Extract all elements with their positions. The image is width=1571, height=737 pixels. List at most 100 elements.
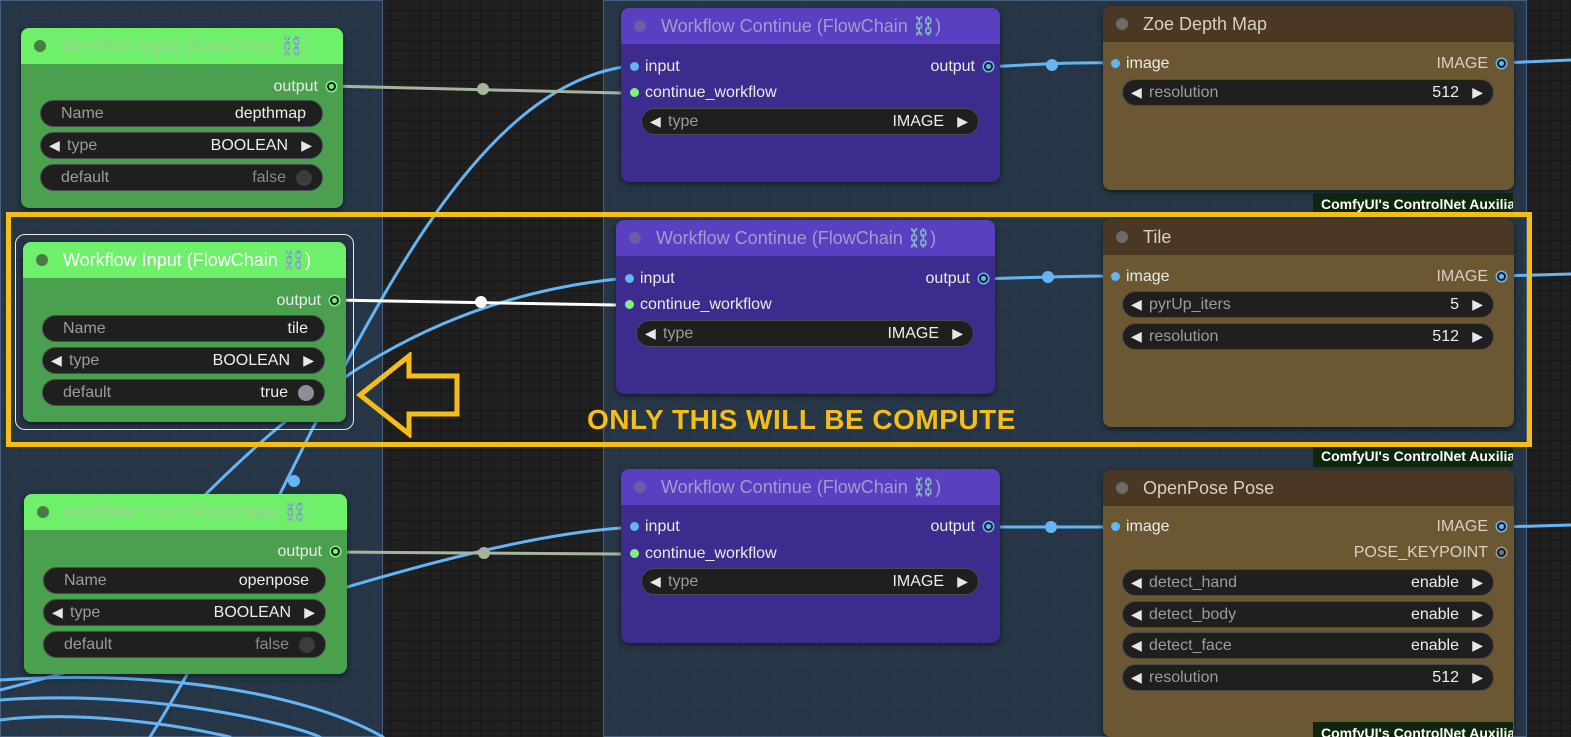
default-toggle-widget[interactable]: default false [40,164,323,191]
output-dot-icon[interactable] [1497,59,1506,68]
node-title-bar[interactable]: Workflow Input (FlowChain ⛓️) [21,28,343,64]
widget-label: type [67,137,98,154]
widget-value: enable [1410,606,1459,623]
name-widget[interactable]: Name openpose [43,567,326,594]
collapse-dot-icon[interactable] [34,40,46,52]
collapse-dot-icon[interactable] [1116,18,1128,30]
zoe-depth-map-node[interactable]: Zoe Depth Map image IMAGE ◀ resolution 512… [1103,6,1514,190]
widget-value: enable [1410,637,1459,654]
workflow-input-node-openpose[interactable]: Workflow Input (FlowChain ⛓️) output Nam… [24,494,347,674]
right-arrow-icon[interactable]: ▶ [1472,665,1483,690]
image-output-slot[interactable]: IMAGE [1436,54,1506,74]
output-dot-icon[interactable] [331,547,340,556]
input-dot-icon[interactable] [1111,59,1120,68]
detect-face-widget[interactable]: ◀ detect_face enable ▶ [1122,632,1494,659]
right-arrow-icon[interactable]: ▶ [1472,633,1483,658]
left-arrow-icon[interactable]: ◀ [1131,570,1142,595]
left-arrow-icon[interactable]: ◀ [650,109,661,134]
image-input-slot[interactable]: image [1111,517,1170,537]
input-slot[interactable]: input [630,57,680,77]
type-widget[interactable]: ◀ type IMAGE ▶ [641,108,979,135]
output-slot[interactable]: output [931,57,993,77]
output-dot-icon[interactable] [984,62,993,71]
input-dot-icon[interactable] [630,62,639,71]
widget-label: default [64,636,113,653]
toggle-knob-icon[interactable] [299,637,315,653]
workflow-continue-node-1[interactable]: Workflow Continue (FlowChain ⛓️) input c… [621,8,1000,182]
widget-label: detect_hand [1149,574,1238,591]
left-arrow-icon[interactable]: ◀ [1131,665,1142,690]
type-widget[interactable]: ◀ type BOOLEAN ▶ [40,132,323,159]
input-dot-icon[interactable] [630,522,639,531]
widget-value: false [252,169,286,186]
detect-hand-widget[interactable]: ◀ detect_hand enable ▶ [1122,569,1494,596]
collapse-dot-icon[interactable] [634,481,646,493]
pose-keypoint-output-slot[interactable]: POSE_KEYPOINT [1354,543,1506,563]
right-arrow-icon[interactable]: ▶ [301,133,312,158]
input-dot-icon[interactable] [630,549,639,558]
right-arrow-icon[interactable]: ▶ [1472,80,1483,105]
image-output-slot[interactable]: IMAGE [1436,517,1506,537]
type-widget[interactable]: ◀ type IMAGE ▶ [641,568,979,595]
output-slot[interactable]: output [931,517,993,537]
output-dot-icon[interactable] [327,82,336,91]
left-arrow-icon[interactable]: ◀ [1131,633,1142,658]
collapse-dot-icon[interactable] [634,20,646,32]
left-arrow-icon[interactable]: ◀ [650,569,661,594]
collapse-dot-icon[interactable] [1116,482,1128,494]
output-dot-icon[interactable] [984,522,993,531]
arrow-annotation-icon [356,352,460,438]
left-arrow-icon[interactable]: ◀ [1131,80,1142,105]
output-dot-icon[interactable] [1497,522,1506,531]
widget-value: enable [1410,574,1459,591]
workflow-continue-node-3[interactable]: Workflow Continue (FlowChain ⛓️) input c… [621,469,1000,643]
right-arrow-icon[interactable]: ▶ [304,600,315,625]
default-toggle-widget[interactable]: default false [43,631,326,658]
node-title-bar[interactable]: Workflow Continue (FlowChain ⛓️) [621,8,1000,44]
input-slot[interactable]: input [630,517,680,537]
resolution-widget[interactable]: ◀ resolution 512 ▶ [1122,79,1494,106]
type-widget[interactable]: ◀ type BOOLEAN ▶ [43,599,326,626]
slot-label: input [645,518,680,535]
image-input-slot[interactable]: image [1111,54,1170,74]
name-widget[interactable]: Name depthmap [40,100,323,127]
workflow-input-node-depthmap[interactable]: Workflow Input (FlowChain ⛓️) output Nam… [21,28,343,208]
slot-label: output [930,518,975,535]
resolution-widget[interactable]: ◀ resolution 512 ▶ [1122,664,1494,691]
slot-label: IMAGE [1436,55,1488,72]
widget-label: Name [61,105,104,122]
collapse-dot-icon[interactable] [37,506,49,518]
output-slot[interactable]: output [274,77,336,97]
node-title-bar[interactable]: Workflow Continue (FlowChain ⛓️) [621,469,1000,505]
output-dot-icon[interactable] [1497,548,1506,557]
continue-workflow-slot[interactable]: continue_workflow [630,544,777,564]
widget-label: Name [64,572,107,589]
openpose-pose-node[interactable]: OpenPose Pose image IMAGE POSE_KEYPOINT … [1103,470,1514,737]
toggle-knob-icon[interactable] [296,170,312,186]
right-arrow-icon[interactable]: ▶ [957,109,968,134]
widget-value: openpose [238,572,309,589]
node-title: OpenPose Pose [1143,478,1275,498]
node-title-bar[interactable]: Workflow Input (FlowChain ⛓️) [24,494,347,530]
slot-label: input [645,58,680,75]
detect-body-widget[interactable]: ◀ detect_body enable ▶ [1122,601,1494,628]
continue-workflow-slot[interactable]: continue_workflow [630,83,777,103]
widget-label: detect_face [1149,637,1232,654]
right-arrow-icon[interactable]: ▶ [1472,602,1483,627]
input-dot-icon[interactable] [630,88,639,97]
left-arrow-icon[interactable]: ◀ [1131,602,1142,627]
output-slot[interactable]: output [278,542,340,562]
left-arrow-icon[interactable]: ◀ [49,133,60,158]
node-title-bar[interactable]: Zoe Depth Map [1103,6,1514,42]
widget-value: false [255,636,289,653]
slot-label: POSE_KEYPOINT [1353,544,1488,561]
input-dot-icon[interactable] [1111,522,1120,531]
widget-label: detect_body [1149,606,1237,623]
node-source-badge: ComfyUI's ControlNet Auxiliary Preproces… [1313,722,1513,737]
left-arrow-icon[interactable]: ◀ [52,600,63,625]
right-arrow-icon[interactable]: ▶ [1472,570,1483,595]
node-title-bar[interactable]: OpenPose Pose [1103,470,1514,506]
right-arrow-icon[interactable]: ▶ [957,569,968,594]
node-source-badge: ComfyUI's ControlNet Auxiliary Preproces… [1313,445,1513,467]
slot-label: IMAGE [1436,518,1488,535]
